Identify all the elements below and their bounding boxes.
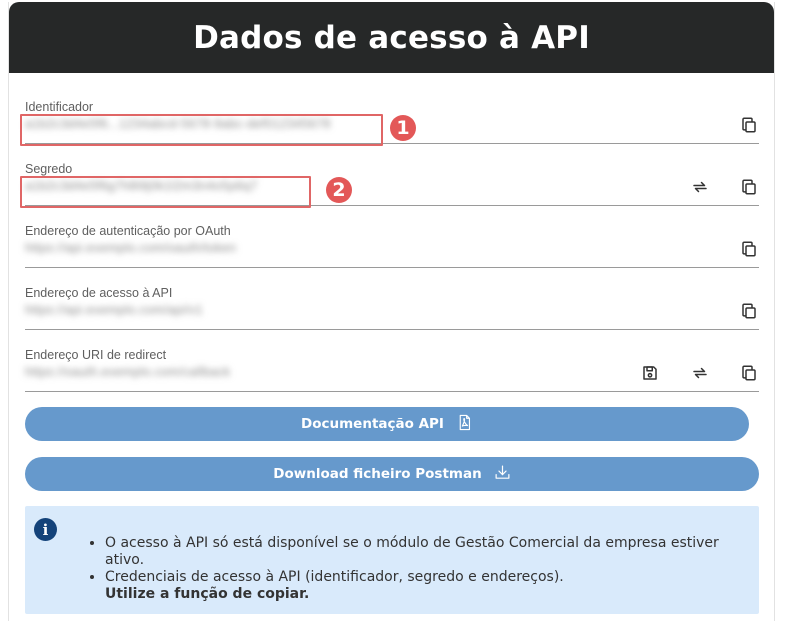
dialog-title: Dados de acesso à API <box>193 19 590 56</box>
api-access-dialog: Dados de acesso à API Identificador a1b2… <box>8 2 775 621</box>
secret-label: Segredo <box>25 162 73 176</box>
secret-highlight <box>20 176 311 208</box>
dialog-header: Dados de acesso à API <box>9 2 774 73</box>
identifier-label: Identificador <box>25 100 94 114</box>
identifier-highlight <box>20 114 383 146</box>
api-url-field: Endereço de acesso à API https://api.exe… <box>25 286 759 330</box>
copy-icon[interactable] <box>738 176 760 198</box>
redirect-uri-label: Endereço URI de redirect <box>25 348 167 362</box>
marker-1: 1 <box>390 115 416 141</box>
download-postman-button[interactable]: Download ficheiro Postman <box>25 457 759 491</box>
info-icon: i <box>34 518 57 541</box>
oauth-url-field: Endereço de autenticação por OAuth https… <box>25 224 759 268</box>
info-item-credentials-text: Credenciais de acesso à API (identificad… <box>105 569 564 585</box>
pdf-file-icon <box>456 414 473 435</box>
api-url-label: Endereço de acesso à API <box>25 286 173 300</box>
info-item-module: O acesso à API só está disponível se o m… <box>105 535 759 569</box>
marker-2: 2 <box>326 177 352 203</box>
info-list: O acesso à API só está disponível se o m… <box>105 535 759 603</box>
api-url-value[interactable]: https://api.exemplo.com/api/v1 <box>25 303 203 321</box>
copy-icon[interactable] <box>738 362 760 384</box>
info-emphasis: Utilize a função de copiar. <box>105 586 310 602</box>
save-icon[interactable] <box>639 362 661 384</box>
copy-icon[interactable] <box>738 238 760 260</box>
oauth-url-label: Endereço de autenticação por OAuth <box>25 224 231 238</box>
api-docs-button[interactable]: Documentação API <box>25 407 749 441</box>
copy-icon[interactable] <box>738 300 760 322</box>
refresh-icon[interactable] <box>689 362 711 384</box>
refresh-icon[interactable] <box>689 176 711 198</box>
info-item-credentials: Credenciais de acesso à API (identificad… <box>105 569 759 603</box>
copy-icon[interactable] <box>738 114 760 136</box>
download-postman-button-label: Download ficheiro Postman <box>273 466 482 482</box>
redirect-uri-value[interactable]: https://oauth.exemplo.com/callback <box>25 365 230 383</box>
api-docs-button-label: Documentação API <box>301 416 444 432</box>
oauth-url-value[interactable]: https://api.exemplo.com/oauth/token <box>25 241 236 259</box>
redirect-uri-field: Endereço URI de redirect https://oauth.e… <box>25 348 759 392</box>
download-icon <box>494 464 511 485</box>
info-box: i O acesso à API só está disponível se o… <box>25 506 759 614</box>
